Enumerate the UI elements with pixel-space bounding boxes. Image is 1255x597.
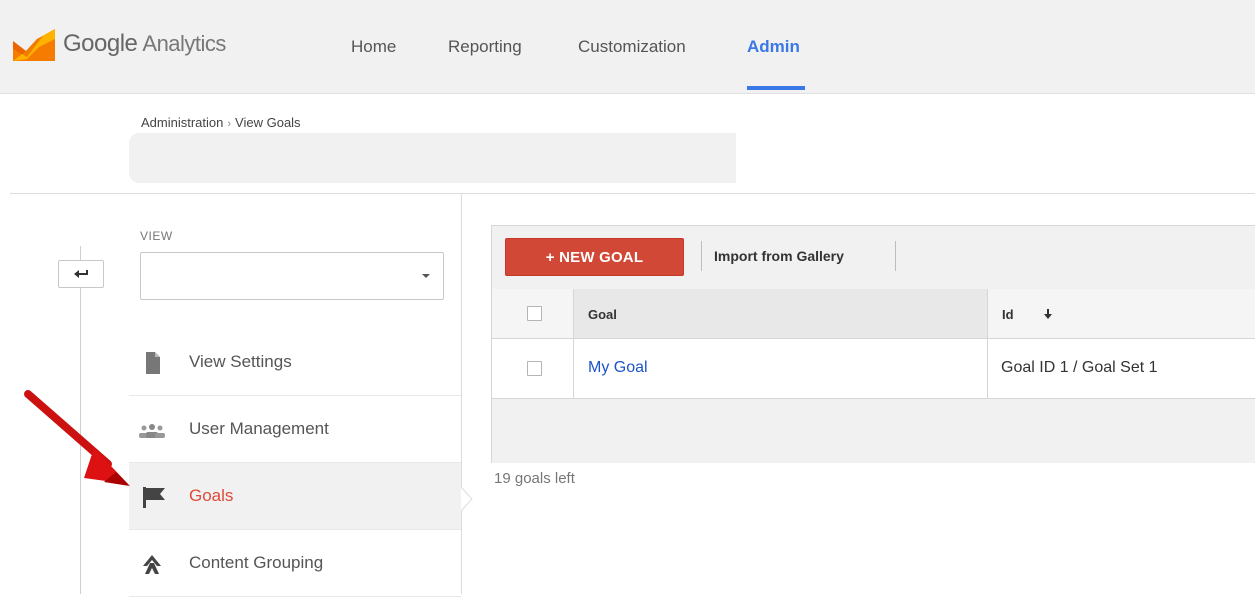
- content-grouping-icon: [143, 555, 161, 574]
- breadcrumb-administration[interactable]: Administration: [141, 115, 223, 130]
- sidebar-item-label: User Management: [189, 419, 329, 438]
- goal-name-link[interactable]: My Goal: [588, 359, 648, 377]
- admin-menu: View Settings User Management Goals Cont…: [129, 329, 461, 597]
- goals-table-panel: + NEW GOAL Import from Gallery Goal Id M…: [491, 225, 1255, 463]
- account-selector-area[interactable]: [129, 133, 736, 183]
- column-divider: [573, 339, 574, 398]
- toolbar-separator: [895, 241, 896, 271]
- annotation-arrow-icon: [24, 390, 130, 486]
- column-divider: [461, 194, 462, 594]
- id-column-header[interactable]: Id: [1002, 307, 1014, 322]
- back-arrow-icon: [74, 270, 88, 278]
- table-header: Goal Id: [492, 289, 1255, 339]
- column-divider: [987, 289, 988, 338]
- column-divider: [987, 339, 988, 398]
- chevron-down-icon: [422, 274, 430, 278]
- sort-descending-icon: [1044, 309, 1052, 319]
- table-footer: [492, 399, 1255, 463]
- nav-reporting[interactable]: Reporting: [448, 37, 522, 57]
- sidebar-item-label: View Settings: [189, 352, 292, 371]
- goals-left-count: 19 goals left: [494, 470, 575, 487]
- goals-toolbar: + NEW GOAL Import from Gallery: [492, 226, 1255, 290]
- divider: [10, 193, 1255, 194]
- back-button[interactable]: [58, 260, 104, 288]
- document-icon: [146, 352, 160, 374]
- logo-product-text: Analytics: [142, 31, 226, 56]
- sidebar-item-content-grouping[interactable]: Content Grouping: [129, 530, 461, 597]
- sidebar-item-label: Goals: [189, 486, 234, 505]
- goal-column-label: Goal: [588, 307, 617, 322]
- sidebar-item-user-management[interactable]: User Management: [129, 396, 461, 463]
- top-bar: Google Analytics Home Reporting Customiza…: [0, 0, 1255, 94]
- analytics-logo-icon: [13, 29, 55, 61]
- breadcrumb: Administration › View Goals: [141, 115, 301, 130]
- row-checkbox[interactable]: [527, 361, 542, 376]
- nav-admin[interactable]: Admin: [747, 37, 800, 57]
- goal-id-cell: Goal ID 1 / Goal Set 1: [1001, 359, 1158, 376]
- breadcrumb-current: View Goals: [235, 115, 301, 130]
- breadcrumb-separator: ›: [227, 118, 232, 130]
- active-item-pointer: [461, 487, 473, 511]
- column-divider: [573, 289, 574, 338]
- goal-column-header[interactable]: Goal: [574, 289, 1052, 338]
- view-label: VIEW: [140, 229, 173, 243]
- table-row: My Goal Goal ID 1 / Goal Set 1: [492, 339, 1255, 399]
- sidebar-item-view-settings[interactable]: View Settings: [129, 329, 461, 396]
- toolbar-separator: [701, 241, 702, 271]
- nav-active-underline: [747, 86, 805, 90]
- new-goal-button[interactable]: + NEW GOAL: [505, 238, 684, 276]
- sidebar-item-label: Content Grouping: [189, 553, 324, 572]
- view-select[interactable]: [140, 252, 444, 300]
- logo-brand-text: Google: [63, 30, 138, 57]
- nav-home[interactable]: Home: [351, 37, 396, 57]
- import-from-gallery-button[interactable]: Import from Gallery: [714, 248, 844, 264]
- select-all-checkbox[interactable]: [527, 306, 542, 321]
- google-analytics-logo[interactable]: Google Analytics: [13, 24, 226, 64]
- nav-customization[interactable]: Customization: [578, 37, 686, 57]
- sidebar-item-goals[interactable]: Goals: [129, 463, 461, 530]
